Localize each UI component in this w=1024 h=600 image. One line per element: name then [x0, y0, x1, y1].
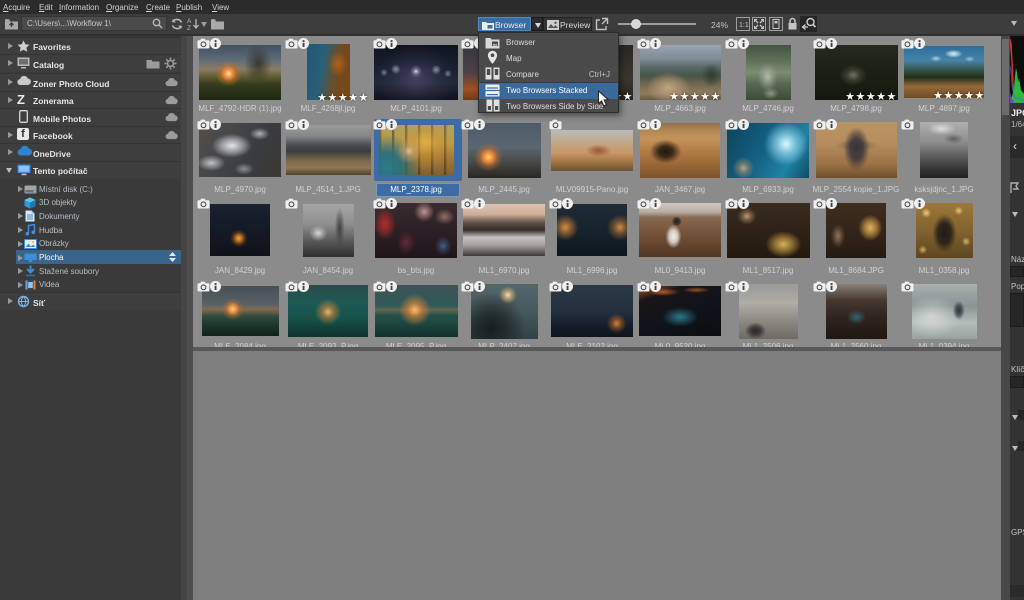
- svg-text:Z: Z: [187, 25, 191, 31]
- svg-text:A: A: [187, 18, 192, 25]
- svg-text:1:1: 1:1: [739, 22, 749, 29]
